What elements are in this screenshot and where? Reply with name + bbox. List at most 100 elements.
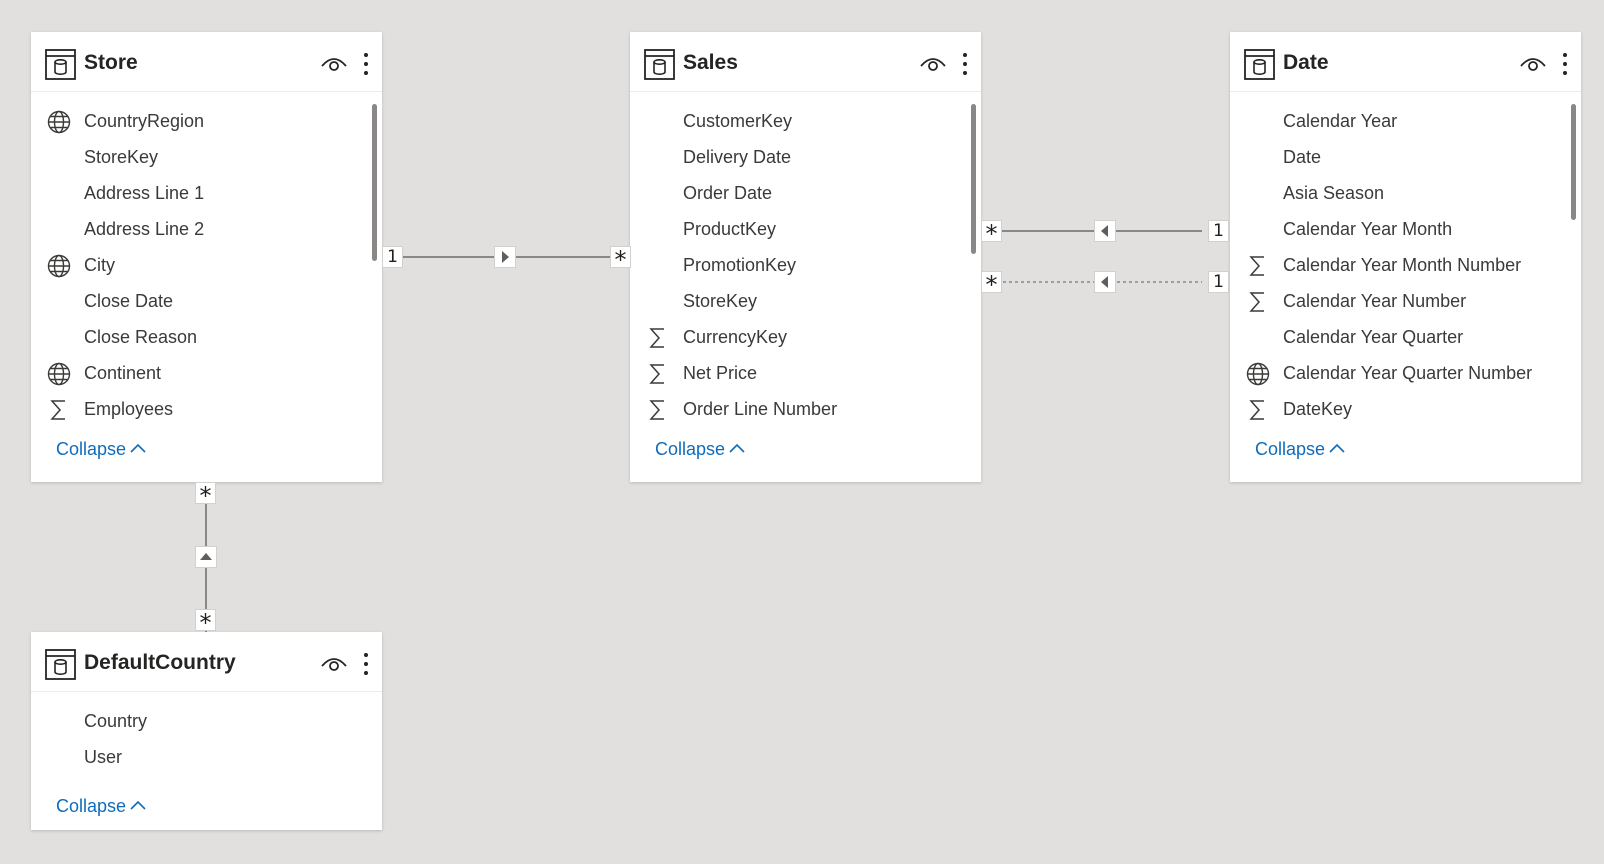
collapse-link[interactable]: Collapse (56, 796, 146, 817)
field-label: Close Date (84, 291, 174, 311)
sigma-icon (1246, 254, 1270, 278)
field-row[interactable]: Calendar Year Month (1230, 212, 1581, 248)
field-row[interactable]: Continent (31, 356, 382, 392)
field-label: CurrencyKey (683, 327, 788, 347)
field-row[interactable]: StoreKey (630, 284, 981, 320)
field-row[interactable]: PromotionKey (630, 248, 981, 284)
field-row[interactable]: CustomerKey (630, 104, 981, 140)
filter-direction-right-icon[interactable] (494, 246, 516, 268)
card-header: Store (31, 32, 382, 92)
field-row[interactable]: Close Date (31, 284, 382, 320)
eye-icon[interactable] (321, 656, 347, 672)
sigma-icon (47, 398, 71, 422)
field-label: Employees (84, 399, 174, 419)
cardinality-one-marker: 1 (382, 246, 403, 268)
globe-icon (47, 362, 71, 386)
field-row[interactable]: Close Reason (31, 320, 382, 356)
cardinality-one-marker: 1 (1208, 271, 1229, 293)
field-row[interactable]: DateKey (1230, 392, 1581, 428)
field-label: Order Date (683, 183, 773, 203)
field-label: Asia Season (1283, 183, 1385, 203)
more-options-icon[interactable] (962, 52, 968, 76)
field-row[interactable]: Country (31, 704, 382, 740)
field-row[interactable]: Delivery Date (630, 140, 981, 176)
more-options-icon[interactable] (1562, 52, 1568, 76)
sigma-icon (1246, 398, 1270, 422)
field-row[interactable]: Calendar Year Month Number (1230, 248, 1581, 284)
field-row[interactable]: ProductKey (630, 212, 981, 248)
field-label: Address Line 1 (84, 183, 205, 203)
table-icon (644, 49, 675, 80)
field-label: StoreKey (683, 291, 758, 311)
field-row[interactable]: Employees (31, 392, 382, 428)
field-label: User (84, 747, 123, 767)
filter-direction-left-icon[interactable] (1094, 220, 1116, 242)
chevron-up-icon (1329, 443, 1345, 453)
field-label: Address Line 2 (84, 219, 205, 239)
field-label: ProductKey (683, 219, 777, 239)
field-label: CustomerKey (683, 111, 793, 131)
table-title: Date (1283, 51, 1329, 74)
table-card-sales[interactable]: Sales CustomerKey Delivery Date Order Date… (630, 32, 981, 482)
field-label: CountryRegion (84, 111, 205, 131)
field-row[interactable]: CurrencyKey (630, 320, 981, 356)
collapse-link[interactable]: Collapse (56, 439, 146, 460)
field-row[interactable]: Order Line Number (630, 392, 981, 428)
table-icon (45, 649, 76, 680)
chevron-up-icon (130, 443, 146, 453)
field-label: City (84, 255, 115, 275)
sigma-icon (646, 362, 670, 386)
field-row[interactable]: StoreKey (31, 140, 382, 176)
globe-icon (1246, 362, 1270, 386)
sigma-icon (646, 398, 670, 422)
field-row[interactable]: Order Date (630, 176, 981, 212)
field-row[interactable]: Calendar Year Quarter Number (1230, 356, 1581, 392)
card-header: DefaultCountry (31, 632, 382, 692)
field-row[interactable]: Address Line 2 (31, 212, 382, 248)
table-card-date[interactable]: Date Calendar Year Date Asia Season Calenda… (1230, 32, 1581, 482)
field-row[interactable]: User (31, 740, 382, 776)
field-row[interactable]: City (31, 248, 382, 284)
field-label: StoreKey (84, 147, 159, 167)
field-label: Calendar Year Quarter Number (1283, 363, 1533, 383)
card-header: Sales (630, 32, 981, 92)
eye-icon[interactable] (1520, 56, 1546, 72)
table-card-store[interactable]: Store CountryRegion StoreKey Address Line … (31, 32, 382, 482)
field-row[interactable]: Calendar Year Quarter (1230, 320, 1581, 356)
collapse-label: Collapse (56, 439, 127, 459)
field-row[interactable]: Address Line 1 (31, 176, 382, 212)
field-label: PromotionKey (683, 255, 797, 275)
field-row[interactable]: Calendar Year Number (1230, 284, 1581, 320)
field-row[interactable]: CountryRegion (31, 104, 382, 140)
sigma-icon (1246, 290, 1270, 314)
collapse-label: Collapse (655, 439, 726, 459)
filter-direction-up-icon[interactable] (195, 546, 217, 568)
cardinality-many-marker: * (195, 482, 216, 509)
table-title: Sales (683, 51, 738, 74)
cardinality-many-marker: * (981, 220, 1002, 247)
field-row[interactable]: Calendar Year (1230, 104, 1581, 140)
table-icon (45, 49, 76, 80)
table-icon (1244, 49, 1275, 80)
field-row[interactable]: Asia Season (1230, 176, 1581, 212)
field-label: Close Reason (84, 327, 198, 347)
field-label: Calendar Year (1283, 111, 1398, 131)
cardinality-one-marker: 1 (1208, 220, 1229, 242)
more-options-icon[interactable] (363, 52, 369, 76)
eye-icon[interactable] (321, 56, 347, 72)
collapse-label: Collapse (56, 796, 127, 816)
collapse-link[interactable]: Collapse (655, 439, 745, 460)
filter-direction-left-icon[interactable] (1094, 271, 1116, 293)
more-options-icon[interactable] (363, 652, 369, 676)
table-card-defaultcountry[interactable]: DefaultCountry Country User Collapse (31, 632, 382, 830)
chevron-up-icon (729, 443, 745, 453)
field-row[interactable]: Net Price (630, 356, 981, 392)
field-row[interactable]: Date (1230, 140, 1581, 176)
field-label: Calendar Year Month (1283, 219, 1453, 239)
field-label: Order Line Number (683, 399, 838, 419)
collapse-link[interactable]: Collapse (1255, 439, 1345, 460)
eye-icon[interactable] (920, 56, 946, 72)
field-label: Continent (84, 363, 162, 383)
field-label: Calendar Year Number (1283, 291, 1467, 311)
globe-icon (47, 110, 71, 134)
